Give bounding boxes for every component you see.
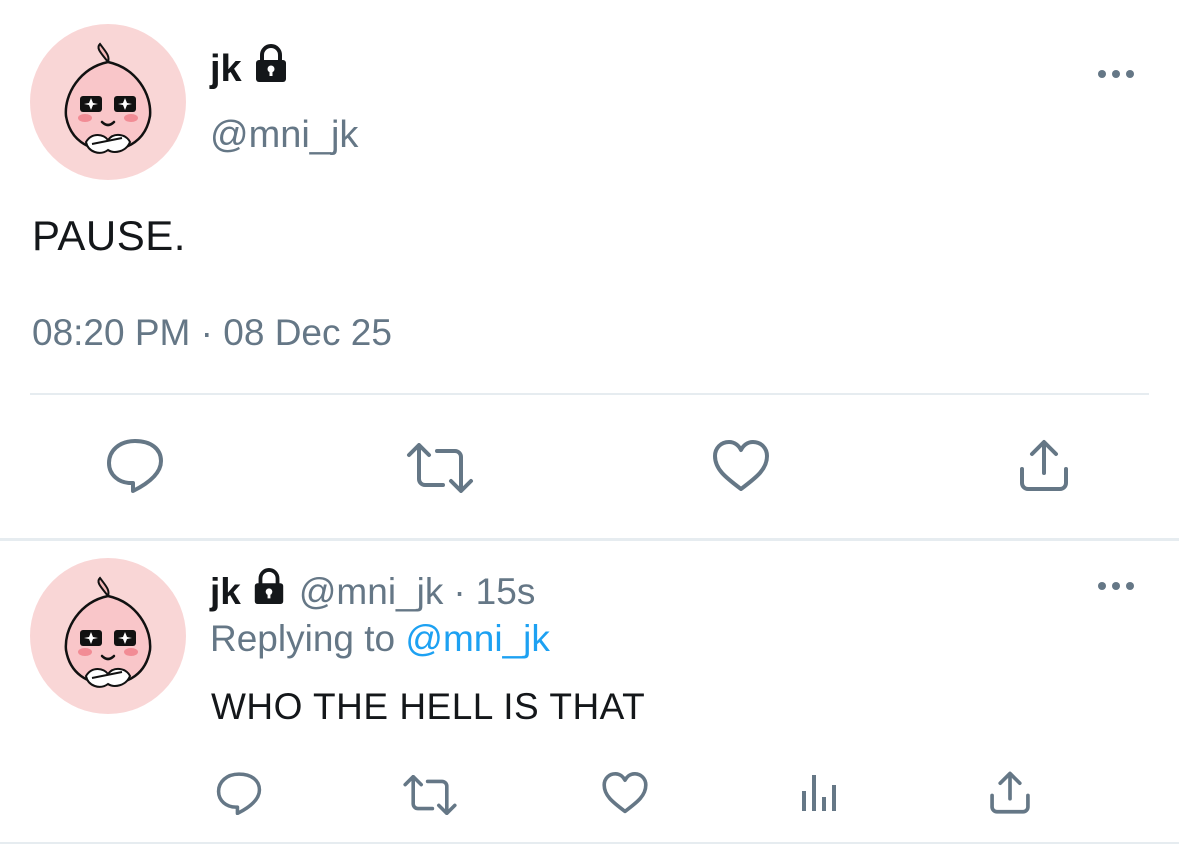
display-name-text: jk	[210, 47, 242, 90]
section-divider	[0, 538, 1179, 541]
like-button[interactable]	[710, 439, 772, 498]
user-handle[interactable]: @mni_jk	[210, 114, 358, 157]
reply-icon	[215, 771, 263, 820]
reply-display-name-text: jk	[210, 570, 241, 612]
display-name[interactable]: jk	[210, 44, 290, 94]
share-icon	[987, 771, 1033, 820]
replying-to-label: Replying to	[210, 618, 396, 659]
lock-icon	[252, 44, 290, 94]
timestamp-separator: ·	[200, 312, 213, 353]
analytics-button[interactable]	[798, 772, 840, 816]
heart-icon	[711, 439, 771, 498]
lock-icon	[251, 568, 287, 615]
reply-dot: ·	[453, 570, 466, 612]
reply-icon	[105, 437, 165, 498]
more-horizontal-icon[interactable]	[1096, 66, 1136, 87]
more-horizontal-icon[interactable]	[1096, 578, 1136, 599]
tweet-time: 08:20 PM	[32, 312, 191, 353]
tweet-text: PAUSE.	[32, 212, 186, 259]
reply-header: jk @mni_jk · 15s	[210, 568, 535, 615]
tweet-timestamp[interactable]: 08:20 PM · 08 Dec 25	[32, 312, 392, 354]
replying-to-mention[interactable]: @mni_jk	[405, 618, 549, 659]
heart-icon	[601, 771, 649, 820]
retweet-button[interactable]	[401, 774, 459, 820]
peach-avatar-image	[64, 576, 152, 688]
analytics-icon	[799, 771, 839, 818]
share-button[interactable]	[1014, 439, 1074, 498]
share-button[interactable]	[986, 771, 1034, 820]
retweet-icon	[405, 442, 475, 498]
reply-display-name[interactable]: jk	[210, 568, 287, 615]
retweet-icon	[402, 774, 458, 820]
bottom-divider	[0, 842, 1179, 844]
reply-button[interactable]	[103, 438, 167, 496]
reply-text: WHO THE HELL IS THAT	[211, 686, 646, 727]
reply-button[interactable]	[214, 771, 264, 820]
reply-handle[interactable]: @mni_jk	[299, 571, 443, 613]
reply-age[interactable]: 15s	[476, 571, 536, 613]
tweet-date: 08 Dec 25	[223, 312, 392, 353]
like-button[interactable]	[600, 771, 650, 820]
share-icon	[1016, 439, 1072, 498]
peach-avatar-image	[64, 42, 152, 154]
retweet-button[interactable]	[404, 442, 476, 498]
reply-avatar[interactable]	[30, 558, 186, 714]
avatar[interactable]	[30, 24, 186, 180]
divider	[30, 393, 1149, 395]
replying-to: Replying to @mni_jk	[210, 618, 550, 660]
